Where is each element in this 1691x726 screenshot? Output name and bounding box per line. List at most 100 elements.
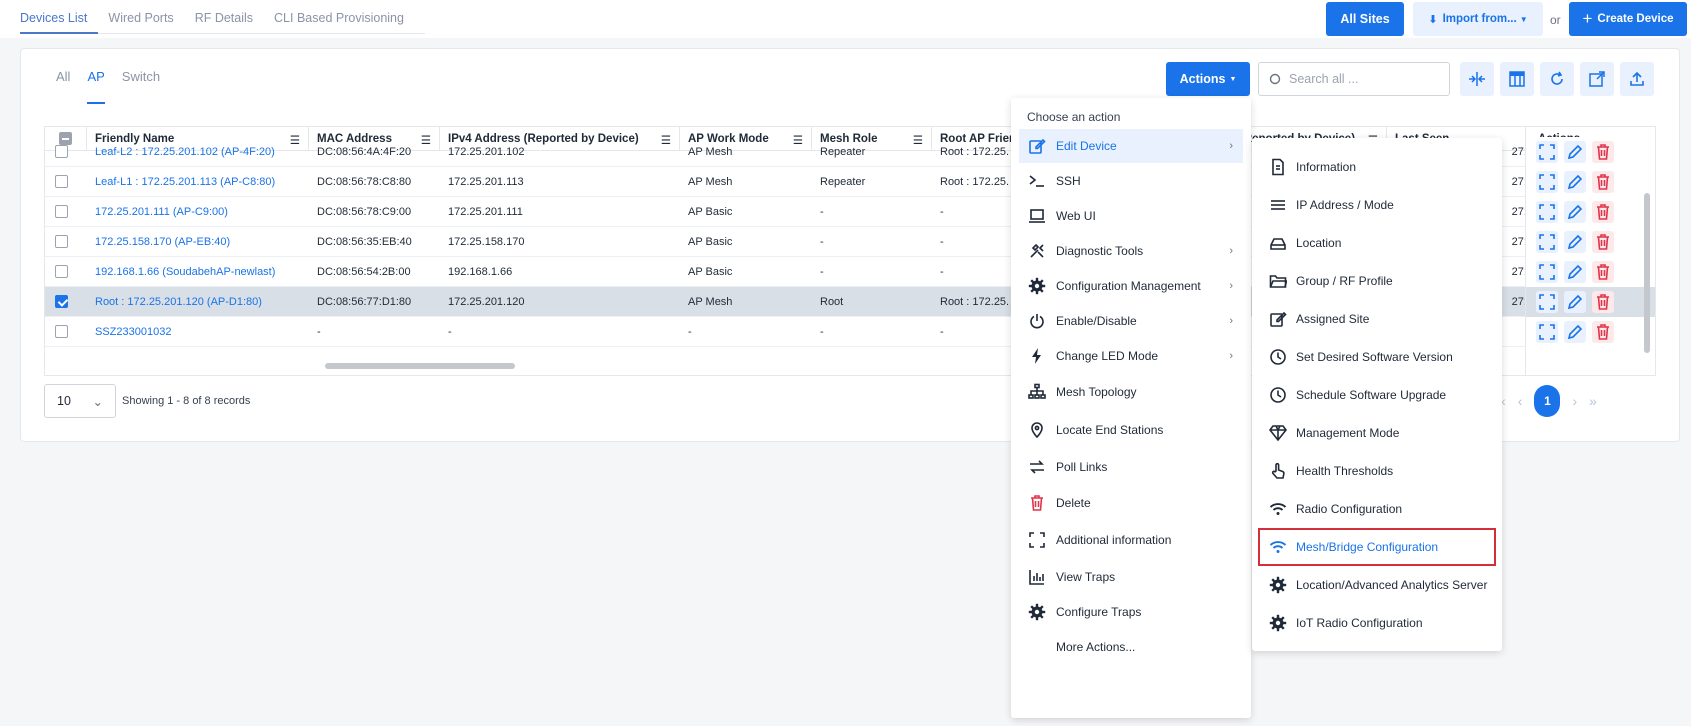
row-select-cell <box>45 227 87 256</box>
all-sites-button[interactable]: All Sites <box>1326 2 1404 36</box>
laptop-icon <box>1027 206 1047 226</box>
menu-item-diagnostic-tools[interactable]: Diagnostic Tools › <box>1019 234 1243 268</box>
submenu-item-information[interactable]: Information <box>1260 150 1494 184</box>
tab-wired-ports[interactable]: Wired Ports <box>108 0 184 34</box>
edit-row-button[interactable] <box>1564 321 1586 343</box>
row-checkbox[interactable] <box>55 235 68 248</box>
menu-item-edit-device[interactable]: Edit Device › <box>1019 129 1243 163</box>
page-1-button[interactable]: 1 <box>1534 385 1561 417</box>
menu-item-additional-information[interactable]: Additional information <box>1019 523 1243 557</box>
import-from-button[interactable]: ⬇ Import from... ▼ <box>1413 2 1543 36</box>
delete-row-button[interactable] <box>1592 291 1614 313</box>
tab-all[interactable]: All <box>56 69 70 104</box>
actions-button[interactable]: Actions ▼ <box>1166 62 1250 96</box>
friendly-name-link[interactable]: 172.25.158.170 (AP-EB:40) <box>87 227 309 256</box>
submenu-item-assigned-site[interactable]: Assigned Site <box>1260 302 1494 336</box>
tab-ap[interactable]: AP <box>87 69 105 104</box>
menu-item-ssh[interactable]: SSH <box>1019 164 1243 198</box>
menu-item-locate-end-stations[interactable]: Locate End Stations <box>1019 413 1243 447</box>
vertical-scrollbar[interactable] <box>1641 153 1653 361</box>
action-menu: Choose an action Edit Device › SSH Web UI Di… <box>1011 98 1251 718</box>
next-page-icon[interactable]: › <box>1572 393 1577 409</box>
upload-icon <box>1630 71 1644 86</box>
edit-row-button[interactable] <box>1564 201 1586 223</box>
expand-row-button[interactable] <box>1536 141 1558 163</box>
create-device-button[interactable]: + Create Device <box>1569 2 1687 36</box>
menu-item-enable-disable[interactable]: Enable/Disable › <box>1019 304 1243 338</box>
prev-page-icon[interactable]: ‹ <box>1518 393 1523 409</box>
submenu-item-location-advanced-analytics-server[interactable]: Location/Advanced Analytics Server <box>1260 568 1494 602</box>
expand-row-button[interactable] <box>1536 261 1558 283</box>
expand-row-button[interactable] <box>1536 201 1558 223</box>
tab-cli-based-provisioning[interactable]: CLI Based Provisioning <box>274 0 415 34</box>
expand-icon <box>1538 173 1556 191</box>
trash-icon <box>1594 293 1612 311</box>
edit-row-button[interactable] <box>1564 141 1586 163</box>
search-box[interactable] <box>1258 62 1450 96</box>
friendly-name-link[interactable]: Root : 172.25.201.120 (AP-D1:80) <box>87 287 309 316</box>
submenu-item-mesh-bridge-configuration[interactable]: Mesh/Bridge Configuration <box>1258 528 1496 566</box>
menu-item-mesh-topology[interactable]: Mesh Topology <box>1019 375 1243 409</box>
menu-item-more-actions[interactable]: More Actions... <box>1019 630 1243 664</box>
delete-row-button[interactable] <box>1592 141 1614 163</box>
submenu-item-management-mode[interactable]: Management Mode <box>1260 416 1494 450</box>
edit-row-button[interactable] <box>1564 261 1586 283</box>
submenu-item-iot-radio-configuration[interactable]: IoT Radio Configuration <box>1260 606 1494 640</box>
expand-row-button[interactable] <box>1536 231 1558 253</box>
tab-rf-details[interactable]: RF Details <box>195 0 264 34</box>
submenu-item-schedule-software-upgrade[interactable]: Schedule Software Upgrade <box>1260 378 1494 412</box>
submenu-item-group-rf-profile[interactable]: Group / RF Profile <box>1260 264 1494 298</box>
menu-item-poll-links[interactable]: Poll Links <box>1019 450 1243 484</box>
expand-row-button[interactable] <box>1536 291 1558 313</box>
submenu-item-label: Schedule Software Upgrade <box>1296 388 1447 402</box>
tab-devices-list[interactable]: Devices List <box>20 0 99 34</box>
friendly-name-link[interactable]: Leaf-L1 : 172.25.201.113 (AP-C8:80) <box>87 167 309 196</box>
menu-item-web-ui[interactable]: Web UI <box>1019 199 1243 233</box>
edit-row-button[interactable] <box>1564 171 1586 193</box>
row-checkbox[interactable] <box>55 145 68 158</box>
menu-item-configure-traps[interactable]: Configure Traps <box>1019 595 1243 629</box>
friendly-name-link[interactable]: SSZ233001032 <box>87 317 309 346</box>
edit-icon <box>1268 309 1288 329</box>
row-checkbox[interactable] <box>55 175 68 188</box>
row-checkbox[interactable] <box>55 295 68 308</box>
menu-item-delete[interactable]: Delete <box>1019 486 1243 520</box>
export-button[interactable] <box>1620 62 1654 96</box>
submenu-item-label: Location <box>1296 236 1342 250</box>
submenu-item-ip-address-mode[interactable]: IP Address / Mode <box>1260 188 1494 222</box>
friendly-name-link[interactable]: 172.25.201.111 (AP-C9:00) <box>87 197 309 226</box>
expand-row-button[interactable] <box>1536 171 1558 193</box>
search-input[interactable] <box>1289 72 1439 86</box>
scroll-thumb[interactable] <box>325 363 515 369</box>
menu-item-view-traps[interactable]: View Traps <box>1019 560 1243 594</box>
edit-row-button[interactable] <box>1564 291 1586 313</box>
delete-row-button[interactable] <box>1592 261 1614 283</box>
submenu-item-set-desired-software-version[interactable]: Set Desired Software Version <box>1260 340 1494 374</box>
column-settings-button[interactable] <box>1500 62 1534 96</box>
collapse-columns-button[interactable] <box>1460 62 1494 96</box>
friendly-name-link[interactable]: 192.168.1.66 (SoudabehAP-newlast) <box>87 257 309 286</box>
open-external-button[interactable] <box>1580 62 1614 96</box>
submenu-item-radio-configuration[interactable]: Radio Configuration <box>1260 492 1494 526</box>
row-checkbox[interactable] <box>55 205 68 218</box>
submenu-item-health-thresholds[interactable]: Health Thresholds <box>1260 454 1494 488</box>
refresh-button[interactable] <box>1540 62 1574 96</box>
menu-item-configuration-management[interactable]: Configuration Management › <box>1019 269 1243 303</box>
page-size-select[interactable]: 10 ⌄ <box>44 384 116 418</box>
row-checkbox[interactable] <box>55 265 68 278</box>
row-checkbox[interactable] <box>55 325 68 338</box>
delete-row-button[interactable] <box>1592 231 1614 253</box>
delete-row-button[interactable] <box>1592 171 1614 193</box>
submenu-item-location[interactable]: Location <box>1260 226 1494 260</box>
tab-switch[interactable]: Switch <box>122 69 160 104</box>
edit-row-button[interactable] <box>1564 231 1586 253</box>
scroll-thumb[interactable] <box>1644 193 1650 353</box>
friendly-name-link[interactable]: Leaf-L2 : 172.25.201.102 (AP-4F:20) <box>87 137 309 166</box>
last-page-icon[interactable]: » <box>1589 393 1597 409</box>
trash-icon <box>1594 203 1612 221</box>
delete-row-button[interactable] <box>1592 201 1614 223</box>
expand-row-button[interactable] <box>1536 321 1558 343</box>
menu-item-change-led-mode[interactable]: Change LED Mode › <box>1019 339 1243 373</box>
delete-row-button[interactable] <box>1592 321 1614 343</box>
ipv4-address-cell: 172.25.201.102 <box>448 145 525 158</box>
